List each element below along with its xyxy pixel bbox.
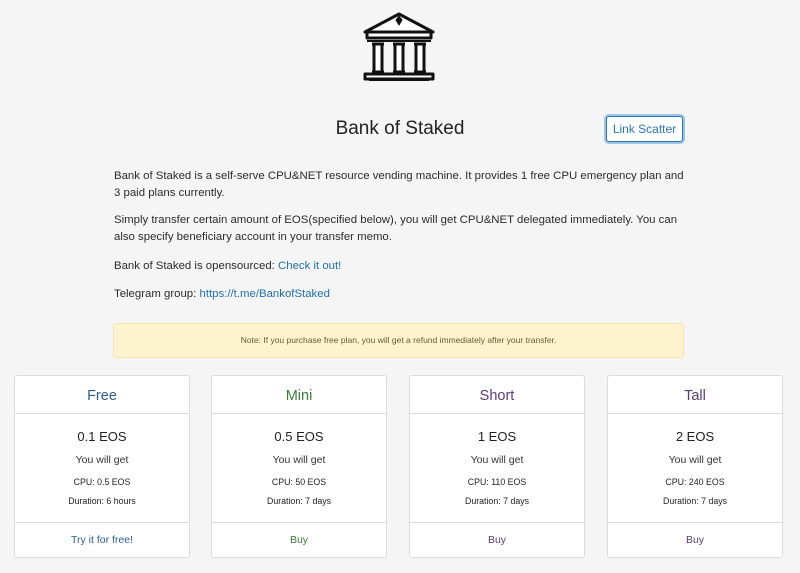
plan-get-label: You will get [272, 454, 326, 466]
bank-building-icon [361, 10, 437, 84]
buy-mini-button[interactable]: Buy [212, 522, 386, 557]
telegram-label: Telegram group: [114, 288, 200, 300]
buy-short-button[interactable]: Buy [410, 522, 584, 557]
plan-card-mini: Mini 0.5 EOS You will get CPU: 50 EOS Du… [211, 375, 387, 558]
plan-cpu: CPU: 0.5 EOS [73, 477, 131, 487]
plan-get-label: You will get [668, 454, 722, 466]
plan-name: Mini [212, 376, 386, 414]
link-scatter-button[interactable]: Link Scatter [606, 116, 683, 142]
plan-name: Free [15, 376, 189, 414]
buy-tall-button[interactable]: Buy [608, 522, 782, 557]
plan-cpu: CPU: 240 EOS [665, 477, 725, 487]
opensource-label: Bank of Staked is opensourced: [114, 260, 279, 272]
opensource-line: Bank of Staked is opensourced: Check it … [114, 258, 684, 275]
plan-cpu: CPU: 110 EOS [467, 477, 527, 487]
telegram-line: Telegram group: https://t.me/BankofStake… [114, 286, 684, 303]
plan-card-short: Short 1 EOS You will get CPU: 110 EOS Du… [409, 375, 585, 558]
plan-price: 1 EOS [477, 429, 517, 444]
plan-name: Tall [608, 376, 782, 414]
plan-get-label: You will get [75, 454, 129, 466]
description-paragraph-1: Bank of Staked is a self-serve CPU&NET r… [114, 170, 684, 199]
plan-get-label: You will get [470, 454, 524, 466]
plan-duration: Duration: 7 days [266, 496, 332, 506]
refund-note: Note: If you purchase free plan, you wil… [113, 323, 684, 358]
plan-duration: Duration: 7 days [464, 496, 530, 506]
description-paragraph-2: Simply transfer certain amount of EOS(sp… [114, 214, 678, 243]
try-free-button[interactable]: Try it for free! [15, 522, 189, 557]
check-it-out-link[interactable]: Check it out! [278, 260, 341, 272]
telegram-link[interactable]: https://t.me/BankofStaked [199, 288, 329, 300]
plan-card-tall: Tall 2 EOS You will get CPU: 240 EOS Dur… [607, 375, 783, 558]
plan-duration: Duration: 6 hours [68, 496, 136, 506]
title-row: Bank of Staked Link Scatter [0, 116, 800, 142]
plan-price: 0.5 EOS [274, 429, 324, 444]
plan-price: 0.1 EOS [77, 429, 127, 444]
plan-cpu: CPU: 50 EOS [271, 477, 327, 487]
plan-duration: Duration: 7 days [662, 496, 728, 506]
plan-price: 2 EOS [675, 429, 715, 444]
plan-card-free: Free 0.1 EOS You will get CPU: 0.5 EOS D… [14, 375, 190, 558]
plan-name: Short [410, 376, 584, 414]
